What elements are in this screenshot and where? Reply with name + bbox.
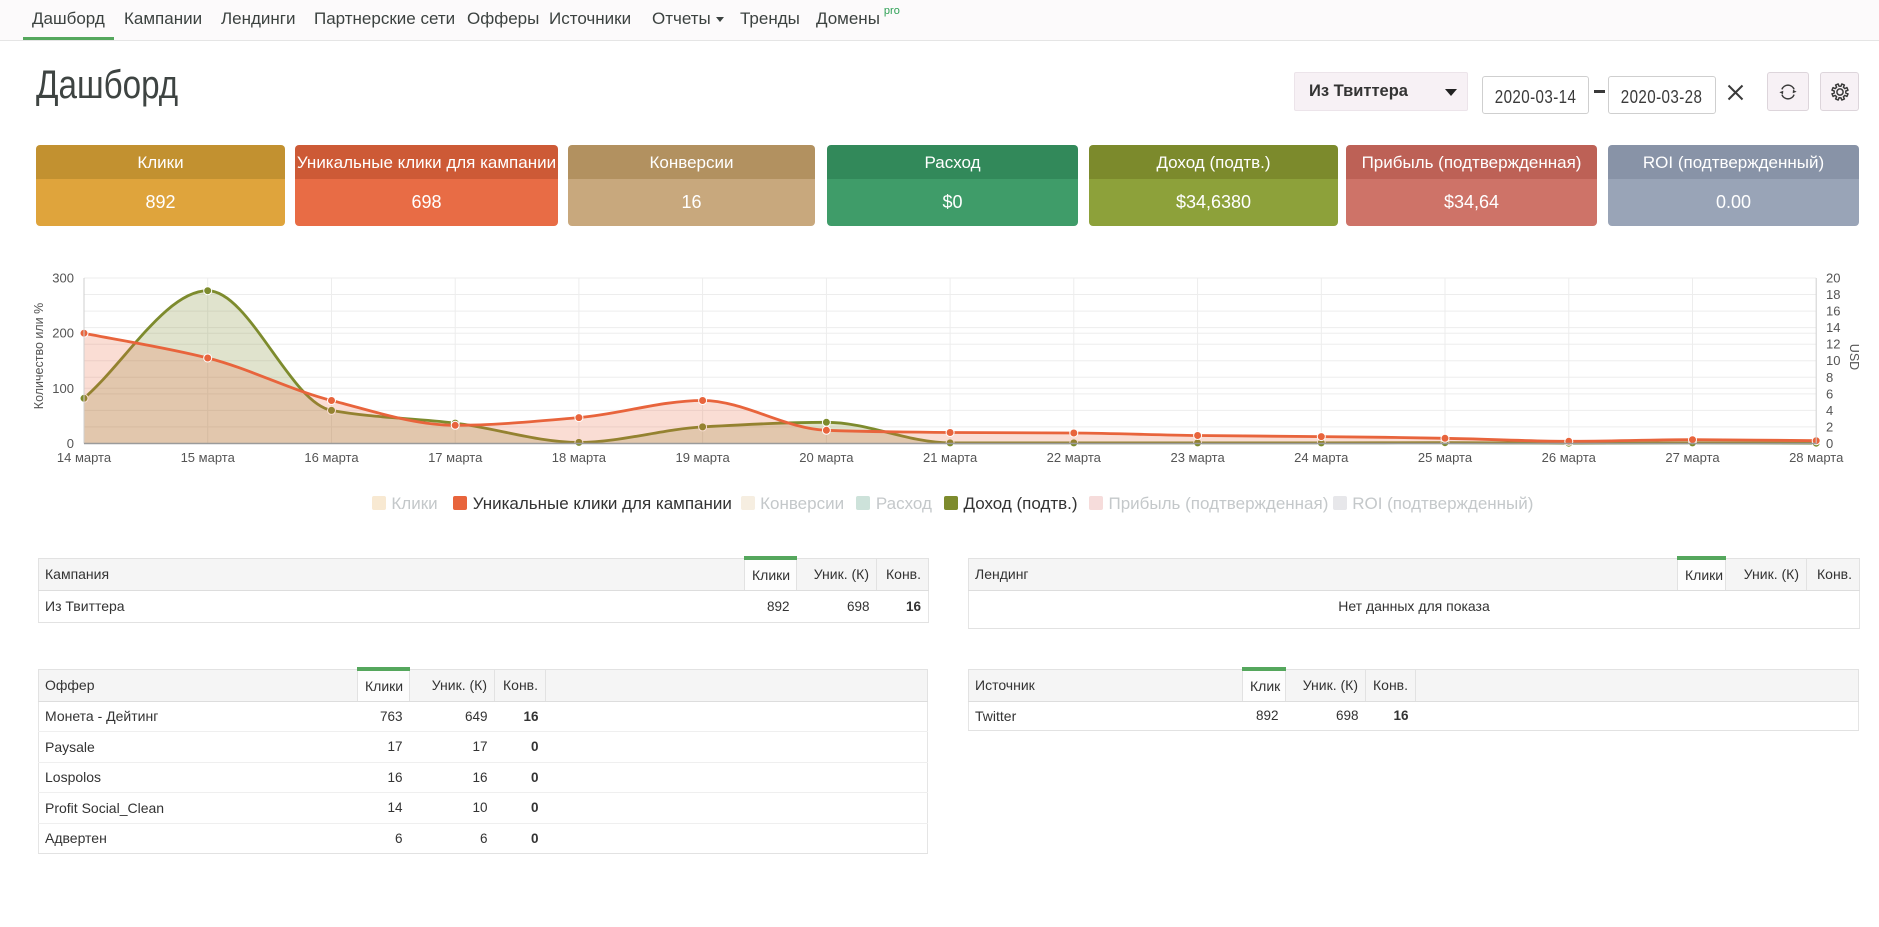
svg-text:2: 2 bbox=[1826, 419, 1833, 434]
svg-text:20 марта: 20 марта bbox=[799, 450, 854, 465]
svg-text:18 марта: 18 марта bbox=[552, 450, 607, 465]
svg-text:24 марта: 24 марта bbox=[1294, 450, 1349, 465]
svg-text:21 марта: 21 марта bbox=[923, 450, 978, 465]
svg-text:27 марта: 27 марта bbox=[1665, 450, 1720, 465]
svg-text:12: 12 bbox=[1826, 337, 1840, 352]
svg-text:6: 6 bbox=[1826, 386, 1833, 401]
svg-text:14 марта: 14 марта bbox=[57, 450, 112, 465]
svg-text:0: 0 bbox=[1826, 436, 1833, 451]
svg-text:16 марта: 16 марта bbox=[304, 450, 359, 465]
svg-text:15 марта: 15 марта bbox=[181, 450, 236, 465]
svg-text:200: 200 bbox=[52, 326, 74, 341]
svg-text:14: 14 bbox=[1826, 320, 1840, 335]
svg-text:100: 100 bbox=[52, 381, 74, 396]
svg-text:26 марта: 26 марта bbox=[1542, 450, 1597, 465]
svg-text:28 марта: 28 марта bbox=[1789, 450, 1844, 465]
svg-text:8: 8 bbox=[1826, 370, 1833, 385]
svg-text:20: 20 bbox=[1826, 271, 1840, 286]
svg-text:25 марта: 25 марта bbox=[1418, 450, 1473, 465]
svg-text:0: 0 bbox=[67, 436, 74, 451]
svg-text:Количество или %: Количество или % bbox=[32, 303, 46, 409]
svg-text:16: 16 bbox=[1826, 304, 1840, 319]
svg-text:17 марта: 17 марта bbox=[428, 450, 483, 465]
svg-text:10: 10 bbox=[1826, 353, 1840, 368]
svg-text:300: 300 bbox=[52, 271, 74, 286]
svg-text:22 марта: 22 марта bbox=[1047, 450, 1102, 465]
svg-text:23 марта: 23 марта bbox=[1170, 450, 1225, 465]
svg-text:4: 4 bbox=[1826, 403, 1833, 418]
svg-text:USD: USD bbox=[1847, 344, 1861, 370]
svg-text:18: 18 bbox=[1826, 287, 1840, 302]
svg-text:19 марта: 19 марта bbox=[675, 450, 730, 465]
